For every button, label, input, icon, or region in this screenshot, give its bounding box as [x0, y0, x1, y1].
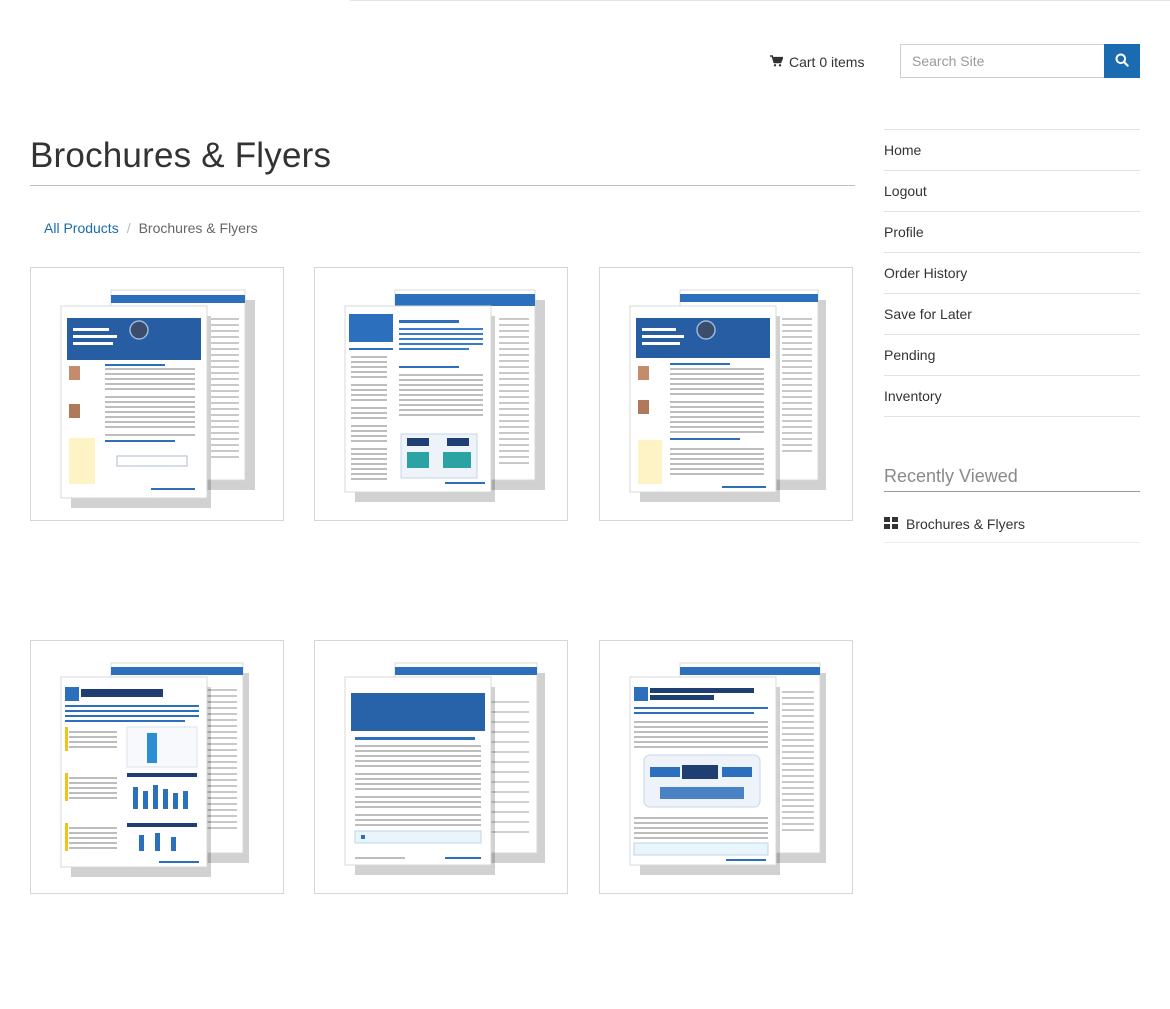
- breadcrumb: All Products / Brochures & Flyers: [44, 220, 258, 236]
- search-form: [900, 44, 1140, 78]
- top-divider: [350, 0, 1170, 1]
- page-title: Brochures & Flyers: [30, 136, 332, 175]
- cart-label: Cart 0 items: [789, 54, 865, 70]
- nav-item-pending[interactable]: Pending: [884, 335, 1140, 376]
- recently-viewed-divider: [884, 491, 1140, 492]
- recently-viewed-label: Brochures & Flyers: [906, 515, 1026, 532]
- nav-item-profile[interactable]: Profile: [884, 212, 1140, 253]
- product-tile[interactable]: [314, 640, 568, 894]
- cart-icon: [770, 54, 784, 70]
- product-tile[interactable]: [30, 267, 284, 521]
- cart-link[interactable]: Cart 0 items: [770, 52, 864, 72]
- search-icon: [1115, 53, 1129, 70]
- product-tile[interactable]: [599, 640, 853, 894]
- brochure-thumbnail-3: [629, 289, 826, 502]
- nav-item-inventory[interactable]: Inventory: [884, 376, 1140, 417]
- brochure-thumbnail-1: [60, 289, 255, 508]
- brochure-thumbnail-2: [344, 289, 545, 502]
- account-nav: Home Logout Profile Order History Save f…: [884, 129, 1140, 417]
- grid-icon: [884, 516, 898, 532]
- recently-viewed-title: Recently Viewed: [884, 466, 1018, 486]
- search-input[interactable]: [900, 44, 1104, 78]
- product-tile[interactable]: [30, 640, 284, 894]
- product-tile[interactable]: [599, 267, 853, 521]
- product-tile[interactable]: [314, 267, 568, 521]
- nav-item-order-history[interactable]: Order History: [884, 253, 1140, 294]
- breadcrumb-current: Brochures & Flyers: [138, 220, 258, 236]
- brochure-thumbnail-6: [629, 662, 826, 875]
- nav-item-save-for-later[interactable]: Save for Later: [884, 294, 1140, 335]
- title-divider: [30, 185, 855, 186]
- nav-item-logout[interactable]: Logout: [884, 171, 1140, 212]
- breadcrumb-separator: /: [126, 220, 131, 236]
- nav-item-home[interactable]: Home: [884, 130, 1140, 171]
- breadcrumb-all-products[interactable]: All Products: [44, 220, 119, 236]
- brochure-thumbnail-5: [344, 662, 545, 875]
- search-button[interactable]: [1104, 44, 1140, 78]
- brochure-thumbnail-4: [60, 662, 249, 877]
- recently-viewed-item[interactable]: Brochures & Flyers: [884, 507, 1140, 543]
